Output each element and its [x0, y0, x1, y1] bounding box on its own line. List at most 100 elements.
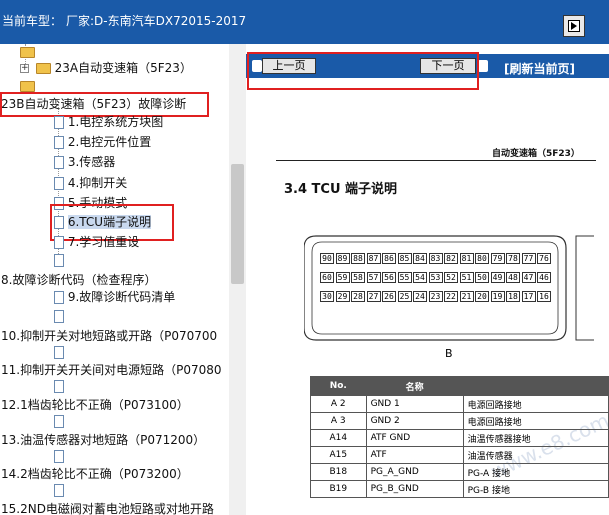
tree-item-label: 3.传感器 [67, 155, 116, 169]
document-icon [54, 310, 64, 323]
document-icon [54, 346, 64, 359]
scrollbar-thumb[interactable] [231, 164, 244, 284]
pin-description-cell: 电源回路接地 [462, 395, 609, 413]
connector-pin: 82 [444, 253, 458, 264]
document-icon [54, 291, 64, 304]
tree-item-23a[interactable]: + 23A自动变速箱（5F23） [20, 60, 192, 76]
tree-item-label: 8.故障诊断代码（检查程序） [1, 273, 157, 287]
document-icon [54, 136, 64, 149]
tree-item-doc[interactable]: 8.故障诊断代码（检查程序） [1, 272, 156, 288]
table-row: B19 PG_B_GND PG-B 接地 [310, 480, 609, 498]
section-title: 3.4 TCU 端子说明 [284, 182, 398, 197]
column-header-no: No. [310, 376, 367, 396]
tree-item-doc[interactable] [54, 308, 64, 324]
pin-name-cell: ATF [365, 446, 464, 464]
pin-number-cell: A 2 [310, 395, 367, 413]
connector-pin: 21 [459, 291, 474, 302]
tree-item-doc[interactable]: 15.2ND电磁阀对蓄电池短路或对地开路 [1, 501, 214, 515]
connector-pin: 23 [428, 291, 443, 302]
connector-pin: 52 [444, 272, 458, 283]
connector-pin: 20 [475, 291, 489, 302]
tree-item-label: 2.电控元件位置 [67, 135, 152, 149]
tree-item-label: 4.抑制开关 [67, 176, 128, 190]
tree-item-doc[interactable]: 4.抑制开关 [54, 175, 127, 191]
tree-item-doc[interactable] [54, 252, 64, 268]
connector-pin: 17 [521, 291, 536, 302]
expand-icon[interactable]: + [20, 64, 29, 73]
panel-toggle-button[interactable] [563, 15, 585, 37]
pin-name-cell: GND 1 [365, 395, 464, 413]
arrow-right-icon[interactable] [478, 60, 488, 72]
connector-pin: 49 [490, 272, 505, 283]
tree-item-doc[interactable] [54, 413, 64, 429]
connector-pin: 79 [490, 253, 505, 264]
tree-item-label: 14.2档齿轮比不正确（P073200） [1, 467, 189, 481]
connector-pin: 18 [506, 291, 520, 302]
pin-number-cell: A15 [310, 446, 367, 464]
table-row: A14 ATF GND 油温传感器接地 [310, 429, 609, 447]
pin-number-cell: A14 [310, 429, 367, 447]
connector-pin: 59 [335, 272, 350, 283]
connector-pin: 85 [397, 253, 412, 264]
pin-number-cell: A 3 [310, 412, 367, 430]
tree-item-doc[interactable]: 13.油温传感器对地短路（P071200） [1, 432, 205, 448]
connector-pin: 19 [490, 291, 505, 302]
tree-item-folder-top[interactable] [20, 44, 35, 60]
tree-item-doc[interactable]: 9.故障诊断代码清单 [54, 289, 175, 305]
pin-name-cell: GND 2 [365, 412, 464, 430]
tree-item-doc[interactable]: 12.1档齿轮比不正确（P073100） [1, 397, 189, 413]
connector-pin: 88 [351, 253, 365, 264]
connector-pin: 81 [459, 253, 474, 264]
tree-item-doc[interactable]: 10.抑制开关对地短路或开路（P070700 [1, 328, 217, 344]
tree-item-doc[interactable] [54, 482, 64, 498]
pin-description-cell: 油温传感器接地 [462, 429, 609, 447]
tree-item-label: 7.学习值重设 [67, 235, 140, 249]
connector-pin: 53 [428, 272, 443, 283]
connector-pin: 22 [444, 291, 458, 302]
tree-item-label: 10.抑制开关对地短路或开路（P070700 [1, 329, 218, 343]
pin-description-cell: 电源回路接地 [462, 412, 609, 430]
connector-pin: 50 [475, 272, 489, 283]
document-icon [54, 236, 64, 249]
connector-pin: 58 [351, 272, 365, 283]
tree-scrollbar[interactable] [229, 44, 246, 515]
tree-item-label: 11.抑制开关开关间对电源短路（P07080 [1, 363, 222, 377]
tree-item-doc[interactable]: 14.2档齿轮比不正确（P073200） [1, 466, 189, 482]
connector-pin: 87 [366, 253, 381, 264]
connector-pin: 57 [366, 272, 381, 283]
tree-item-doc[interactable]: 11.抑制开关开关间对电源短路（P07080 [1, 362, 222, 378]
document-icon [54, 450, 64, 463]
refresh-link[interactable]: [刷新当前页] [504, 60, 575, 77]
doc-header: 自动变速箱（5F23） [492, 149, 580, 159]
connector-pin: 30 [320, 291, 334, 302]
connector-pin: 54 [413, 272, 427, 283]
panel-toggle-icon [568, 20, 580, 32]
tree-item-doc[interactable] [54, 448, 64, 464]
connector-pin: 76 [537, 253, 551, 264]
tree-item-doc[interactable]: 3.传感器 [54, 154, 115, 170]
connector-pin: 47 [521, 272, 536, 283]
connector-pin: 55 [397, 272, 412, 283]
connector-pin: 89 [335, 253, 350, 264]
tree-item-label: 23A自动变速箱（5F23） [54, 61, 192, 75]
connector-pin: 29 [335, 291, 350, 302]
tree-item-doc[interactable] [54, 378, 64, 394]
table-row: B18 PG_A_GND PG-A 接地 [310, 463, 609, 481]
header-bar: 当前车型： 厂家:D-东南汽车DX72015-2017 [0, 0, 609, 44]
tree-item-doc[interactable]: 1.电控系统方块图 [54, 114, 163, 130]
folder-icon [20, 81, 35, 92]
connector-pin: 24 [413, 291, 427, 302]
document-icon [54, 484, 64, 497]
connector-pin: 83 [428, 253, 443, 264]
tree-item-doc[interactable] [54, 344, 64, 360]
pin-number-cell: B18 [310, 463, 367, 481]
document-icon [54, 156, 64, 169]
car-model-value: 厂家:D-东南汽车DX72015-2017 [66, 14, 247, 28]
tree-item-label: 1.电控系统方块图 [67, 115, 164, 129]
tree-item-doc[interactable]: 2.电控元件位置 [54, 134, 151, 150]
pin-table-body: A 2 GND 1 电源回路接地 A 3 GND 2 电源回路接地 A14 ATF GND 油温… [310, 395, 609, 498]
connector-pin: 51 [459, 272, 474, 283]
table-row: A 2 GND 1 电源回路接地 [310, 395, 609, 413]
pin-description-cell: 油温传感器 [462, 446, 609, 464]
tree-item-doc[interactable]: 7.学习值重设 [54, 234, 139, 250]
